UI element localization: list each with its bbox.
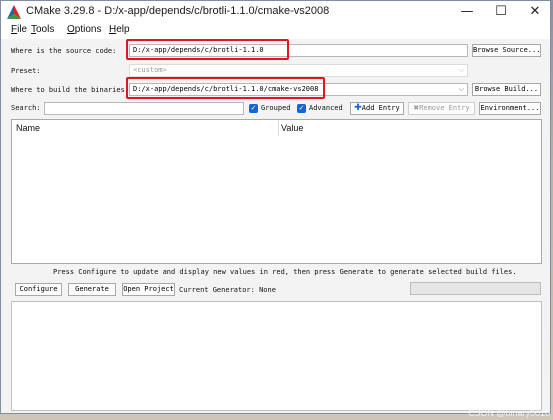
chevron-down-icon: ⌵	[458, 66, 464, 74]
cmake-window: CMake 3.29.8 - D:/x-app/depends/c/brotli…	[0, 0, 551, 414]
title-bar[interactable]: CMake 3.29.8 - D:/x-app/depends/c/brotli…	[1, 1, 550, 23]
column-header-value[interactable]: Value	[281, 120, 303, 136]
environment-button[interactable]: Environment...	[479, 102, 541, 115]
source-label: Where is the source code:	[11, 47, 117, 55]
cache-table[interactable]: Name Value	[11, 119, 542, 264]
browse-source-button[interactable]: Browse Source...	[472, 44, 541, 57]
advanced-label: Advanced	[309, 104, 343, 112]
add-entry-label: Add Entry	[361, 104, 400, 112]
menu-file[interactable]: File	[11, 24, 27, 35]
maximize-button[interactable]: ☐	[484, 1, 518, 23]
open-project-button[interactable]: Open Project	[122, 283, 175, 296]
chevron-down-icon: ⌵	[458, 85, 464, 93]
menu-options-mnemonic: O	[67, 24, 75, 35]
search-input[interactable]	[44, 102, 244, 115]
source-highlight-box	[126, 39, 289, 60]
column-header-name[interactable]: Name	[16, 120, 40, 136]
preset-value: <custom>	[133, 66, 167, 74]
configure-button[interactable]: Configure	[15, 283, 62, 296]
output-log[interactable]	[11, 301, 542, 411]
remove-entry-label: Remove Entry	[419, 104, 470, 112]
add-entry-button[interactable]: ✚Add Entry	[350, 102, 404, 115]
close-button[interactable]: ✕	[518, 1, 550, 23]
menu-help-label: elp	[116, 24, 130, 35]
preset-select[interactable]: <custom> ⌵	[129, 64, 468, 77]
column-divider	[278, 120, 279, 136]
window-title: CMake 3.29.8 - D:/x-app/depends/c/brotli…	[26, 5, 330, 17]
menu-tools[interactable]: Tools	[31, 24, 54, 35]
current-generator-label: Current Generator: None	[179, 286, 276, 294]
grouped-checkbox[interactable]: ✓	[249, 104, 258, 113]
build-highlight-box	[126, 77, 325, 99]
menu-bar: File Tools Options Help	[1, 23, 550, 39]
menu-options[interactable]: Options	[67, 24, 101, 35]
add-icon: ✚	[354, 103, 362, 113]
grouped-label: Grouped	[261, 104, 291, 112]
advanced-checkbox[interactable]: ✓	[297, 104, 306, 113]
generate-button[interactable]: Generate	[68, 283, 116, 296]
browse-build-button[interactable]: Browse Build...	[472, 83, 541, 96]
configure-hint: Press Configure to update and display ne…	[53, 268, 517, 276]
menu-tools-label: ools	[36, 24, 55, 35]
minimize-button[interactable]: —	[450, 1, 484, 23]
cmake-logo-icon	[7, 5, 21, 19]
remove-entry-button[interactable]: ✖Remove Entry	[408, 102, 475, 115]
preset-label: Preset:	[11, 67, 41, 75]
menu-options-label: ptions	[74, 24, 102, 35]
menu-help[interactable]: Help	[109, 24, 130, 35]
search-label: Search:	[11, 104, 41, 112]
build-label: Where to build the binaries:	[11, 86, 130, 94]
menu-file-label: ile	[17, 24, 28, 35]
watermark: CSDN @binary0010	[468, 408, 550, 418]
progress-bar	[410, 282, 541, 295]
